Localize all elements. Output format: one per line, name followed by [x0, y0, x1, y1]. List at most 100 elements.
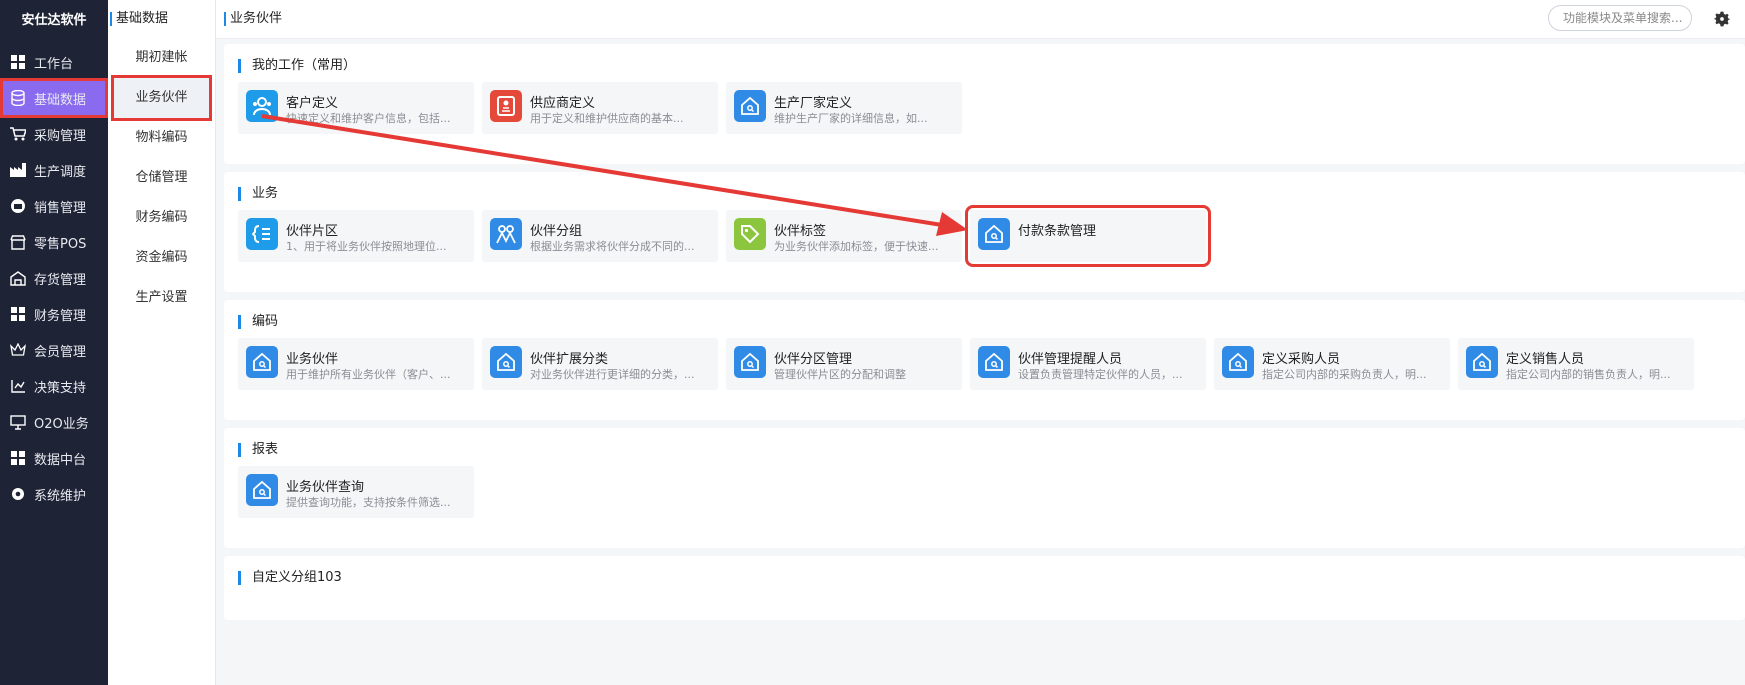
grid-icon	[10, 450, 26, 466]
function-card[interactable]: 定义采购人员 指定公司内部的采购负责人，明...	[1214, 338, 1450, 390]
function-card[interactable]: 伙伴扩展分类 对业务伙伴进行更详细的分类，...	[482, 338, 718, 390]
function-card[interactable]: 伙伴管理提醒人员 设置负责管理特定伙伴的人员，...	[970, 338, 1206, 390]
card-name: 付款条款管理	[1018, 224, 1097, 239]
gear-icon[interactable]	[1711, 8, 1733, 30]
card-name: 伙伴扩展分类	[530, 352, 609, 367]
nav-item-label: 生产调度	[34, 164, 87, 180]
supplier-icon	[490, 90, 522, 122]
card-description: 维护生产厂家的详细信息，如...	[774, 112, 928, 125]
section-4: 自定义分组103	[224, 556, 1745, 620]
subnav-item-4[interactable]: 财务编码	[108, 198, 215, 238]
nav-item-label: 销售管理	[34, 200, 87, 216]
function-card[interactable]: 伙伴分组 根据业务需求将伙伴分成不同的...	[482, 210, 718, 262]
subnav-item-1[interactable]: 业务伙伴	[111, 75, 212, 121]
nav-item-11[interactable]: 数据中台	[0, 438, 108, 478]
function-card[interactable]: 定义销售人员 指定公司内部的销售负责人，明...	[1458, 338, 1694, 390]
function-card[interactable]: 付款条款管理	[965, 205, 1211, 267]
card-name: 伙伴片区	[286, 224, 339, 239]
card-name: 供应商定义	[530, 96, 596, 111]
section-3: 报表业务伙伴查询 提供查询功能，支持按条件筛选...	[224, 428, 1745, 548]
card-description: 指定公司内部的销售负责人，明...	[1506, 368, 1671, 381]
nav-item-7[interactable]: 财务管理	[0, 294, 108, 334]
card-name: 伙伴分区管理	[774, 352, 853, 367]
nav-item-6[interactable]: 存货管理	[0, 258, 108, 298]
function-card[interactable]: 业务伙伴查询 提供查询功能，支持按条件筛选...	[238, 466, 474, 518]
nav-item-0[interactable]: 工作台	[0, 42, 108, 82]
factory-icon	[10, 162, 26, 178]
grid-icon	[10, 54, 26, 70]
nav-item-3[interactable]: 生产调度	[0, 150, 108, 190]
house-icon	[1466, 346, 1498, 378]
nav-item-10[interactable]: O2O业务	[0, 402, 108, 442]
nav-item-label: 会员管理	[34, 344, 87, 360]
subnav-item-2[interactable]: 物料编码	[108, 118, 215, 158]
card-name: 业务伙伴	[286, 352, 339, 367]
subnav-item-5[interactable]: 资金编码	[108, 238, 215, 278]
warehouse-icon	[10, 270, 26, 286]
card-description: 提供查询功能，支持按条件筛选...	[286, 496, 451, 509]
region-icon	[246, 218, 278, 250]
card-description: 对业务伙伴进行更详细的分类，...	[530, 368, 695, 381]
section-1: 业务 伙伴片区 1、用于将业务伙伴按照地理位... 伙伴分组 根据业务需求将伙伴分成不同…	[224, 172, 1745, 292]
house-icon	[1222, 346, 1254, 378]
group-icon	[490, 218, 522, 250]
card-description: 根据业务需求将伙伴分成不同的...	[530, 240, 695, 253]
card-description: 用于定义和维护供应商的基本...	[530, 112, 684, 125]
menu-search-input[interactable]: 功能模块及菜单搜索...	[1548, 5, 1692, 31]
monitor-icon	[10, 414, 26, 430]
house-icon	[734, 346, 766, 378]
nav-item-label: 财务管理	[34, 308, 87, 324]
house-icon	[246, 346, 278, 378]
section-title: 业务	[238, 186, 278, 202]
nav-item-8[interactable]: 会员管理	[0, 330, 108, 370]
function-card[interactable]: 生产厂家定义 维护生产厂家的详细信息，如...	[726, 82, 962, 134]
nav-item-label: 数据中台	[34, 452, 87, 468]
subnav-item-3[interactable]: 仓储管理	[108, 158, 215, 198]
function-card[interactable]: 供应商定义 用于定义和维护供应商的基本...	[482, 82, 718, 134]
decision-icon	[10, 378, 26, 394]
customer-icon	[246, 90, 278, 122]
nav-item-2[interactable]: 采购管理	[0, 114, 108, 154]
function-card[interactable]: 伙伴标签 为业务伙伴添加标签，便于快速...	[726, 210, 962, 262]
card-description: 管理伙伴片区的分配和调整	[774, 368, 906, 381]
function-card[interactable]: 业务伙伴 用于维护所有业务伙伴（客户、...	[238, 338, 474, 390]
card-description: 设置负责管理特定伙伴的人员，...	[1018, 368, 1183, 381]
nav-item-5[interactable]: 零售POS	[0, 222, 108, 262]
nav-item-label: 采购管理	[34, 128, 87, 144]
nav-item-1[interactable]: 基础数据	[0, 78, 108, 118]
subnav-title: 基础数据	[108, 0, 215, 38]
section-title: 报表	[238, 442, 278, 458]
card-name: 客户定义	[286, 96, 339, 111]
card-name: 伙伴管理提醒人员	[1018, 352, 1123, 367]
function-card[interactable]: 客户定义 快速定义和维护客户信息，包括...	[238, 82, 474, 134]
nav-item-label: 存货管理	[34, 272, 87, 288]
nav-item-label: 基础数据	[34, 92, 87, 108]
function-card[interactable]: 伙伴片区 1、用于将业务伙伴按照地理位...	[238, 210, 474, 262]
section-title: 我的工作（常用）	[238, 58, 356, 74]
function-card[interactable]: 伙伴分区管理 管理伙伴片区的分配和调整	[726, 338, 962, 390]
sub-sidebar: 基础数据 期初建帐 业务伙伴 物料编码 仓储管理 财务编码 资金编码 生产设置	[108, 0, 216, 685]
section-2: 编码 业务伙伴 用于维护所有业务伙伴（客户、... 伙伴扩展分类 对业务伙伴进行更详细的…	[224, 300, 1745, 420]
subnav-item-0[interactable]: 期初建帐	[108, 38, 215, 78]
house-icon	[734, 90, 766, 122]
nav-item-12[interactable]: 系统维护	[0, 474, 108, 514]
subnav-item-6[interactable]: 生产设置	[108, 278, 215, 318]
gear-icon	[10, 486, 26, 502]
main-sidebar: 安仕达软件 工作台基础数据采购管理生产调度销售管理零售POS 存货管理财务管理会员…	[0, 0, 108, 685]
house-icon	[978, 218, 1010, 250]
breadcrumb: 业务伙伴	[224, 0, 282, 38]
crown-icon	[10, 342, 26, 358]
card-description: 为业务伙伴添加标签，便于快速...	[774, 240, 939, 253]
card-description: 指定公司内部的采购负责人，明...	[1262, 368, 1427, 381]
card-name: 定义采购人员	[1262, 352, 1341, 367]
brand-name: 安仕达软件	[21, 13, 87, 28]
nav-item-4[interactable]: 销售管理	[0, 186, 108, 226]
grid-icon	[10, 306, 26, 322]
card-description: 1、用于将业务伙伴按照地理位...	[286, 240, 447, 253]
nav-item-label: 决策支持	[34, 380, 87, 396]
house-icon	[978, 346, 1010, 378]
cart-icon	[10, 126, 26, 142]
nav-item-9[interactable]: 决策支持	[0, 366, 108, 406]
card-description: 用于维护所有业务伙伴（客户、...	[286, 368, 451, 381]
nav-item-label: O2O业务	[34, 416, 89, 432]
